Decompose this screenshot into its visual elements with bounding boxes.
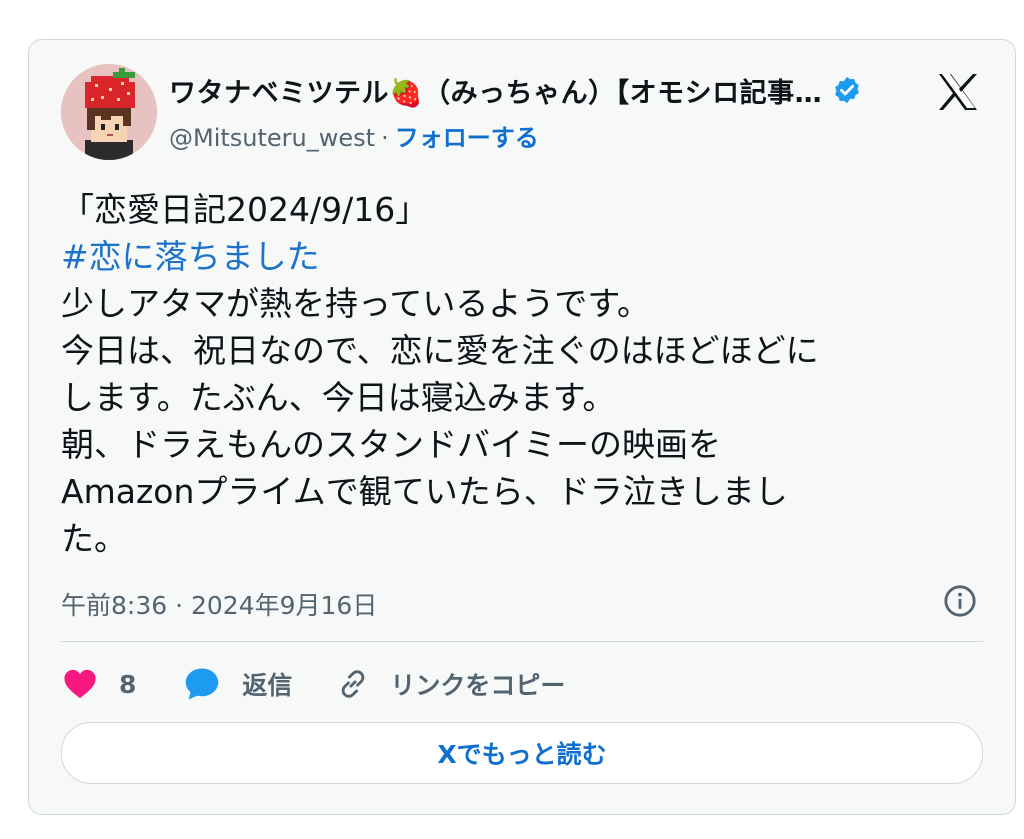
author-handle[interactable]: @Mitsuteru_west (169, 124, 375, 152)
post-timestamp[interactable]: 午前8:36 · 2024年9月16日 (61, 586, 377, 622)
post-line: します。たぶん、今日は寝込みます。 (61, 378, 616, 417)
author-display-name[interactable]: ワタナベミツテル🍓（みっちゃん）【オモシロ記事… (169, 71, 822, 110)
author-name-row: ワタナベミツテル🍓（みっちゃん）【オモシロ記事… (169, 70, 862, 110)
info-icon[interactable] (943, 584, 977, 618)
copy-link-button[interactable]: リンクをコピー (336, 666, 565, 702)
speech-bubble-icon (184, 667, 220, 701)
copy-link-label: リンクをコピー (390, 671, 566, 700)
post-line: 「恋愛日記2024/9/16」 (61, 190, 429, 229)
action-bar: 8 返信 リンクをコピー (63, 660, 565, 708)
x-logo-icon[interactable] (937, 72, 979, 112)
post-line: 少しアタマが熱を持っているようです。 (61, 284, 651, 323)
reply-label: 返信 (242, 671, 293, 700)
verified-badge-icon (832, 75, 862, 105)
avatar[interactable] (61, 64, 157, 160)
read-more-button[interactable]: Xでもっと読む (61, 722, 983, 784)
reply-button[interactable]: 返信 (184, 666, 292, 702)
post-line: 朝、ドラえもんのスタンドバイミーの映画を (61, 425, 721, 464)
post-text: 「恋愛日記2024/9/16」 #恋に落ちました 少しアタマが熱を持っているよう… (61, 186, 981, 562)
like-count: 8 (119, 669, 137, 699)
embedded-post-card: ワタナベミツテル🍓（みっちゃん）【オモシロ記事… @Mitsuteru_west… (28, 39, 1016, 815)
divider (61, 641, 983, 642)
like-button[interactable]: 8 (63, 668, 136, 700)
post-line: Amazonプライムで観ていたら、ドラ泣きしまし (61, 472, 788, 511)
follow-link[interactable]: フォローする (395, 124, 539, 152)
avatar-image (61, 64, 157, 160)
author-handle-row: @Mitsuteru_west · フォローする (169, 118, 539, 153)
heart-icon (63, 668, 97, 700)
post-line: 今日は、祝日なので、恋に愛を注ぐのはほどほどに (61, 331, 819, 370)
post-line: た。 (61, 519, 127, 558)
handle-separator: · (381, 124, 389, 152)
hashtag-link[interactable]: #恋に落ちました (61, 233, 981, 280)
link-icon (336, 667, 370, 701)
